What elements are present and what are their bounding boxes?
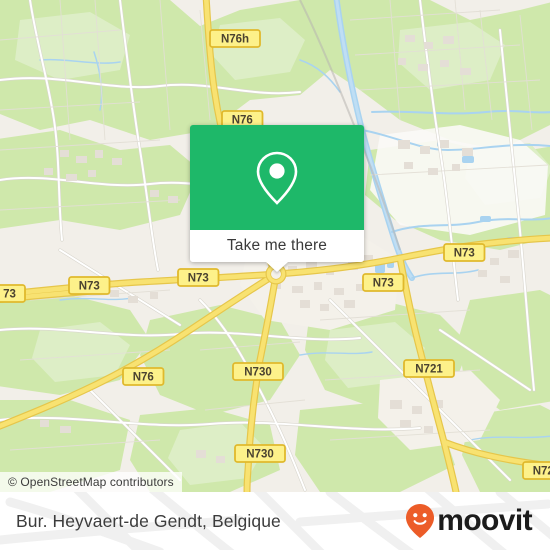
- osm-attribution[interactable]: © OpenStreetMap contributors: [0, 472, 182, 492]
- osm-attribution-text: © OpenStreetMap contributors: [8, 475, 174, 489]
- popup-icon-panel: [190, 125, 364, 230]
- page-title: Bur. Heyvaert-de Gendt, Belgique: [16, 510, 281, 531]
- moovit-wordmark: moovit: [437, 504, 532, 537]
- footer-bar: Bur. Heyvaert-de Gendt, Belgique moovit: [0, 492, 550, 550]
- take-me-there-label: Take me there: [226, 237, 328, 254]
- popup-action-bar[interactable]: Take me there: [190, 230, 364, 272]
- map-canvas[interactable]: N76hN7673N73N73N73N73N76N730N721N730N72 …: [0, 0, 550, 492]
- moovit-logo[interactable]: moovit: [405, 503, 533, 539]
- moovit-pin-smiley-icon: [406, 504, 435, 538]
- popup-pointer-tail: [266, 262, 288, 272]
- map-pin-icon: [256, 151, 298, 205]
- location-popup-card[interactable]: Take me there: [190, 125, 364, 272]
